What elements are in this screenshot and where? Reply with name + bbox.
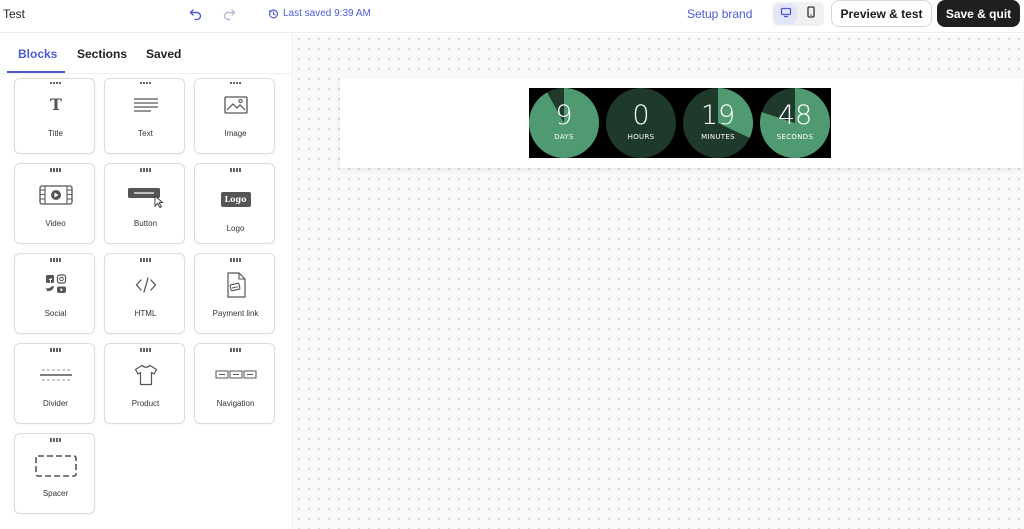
drag-handle-icon[interactable] <box>50 258 61 262</box>
block-label: Logo <box>226 224 245 233</box>
drag-handle-icon[interactable] <box>230 348 241 352</box>
drag-handle-icon[interactable] <box>50 438 61 442</box>
desktop-view-button[interactable] <box>774 4 797 24</box>
drag-handle-icon[interactable] <box>140 82 151 86</box>
logo-icon-text: Logo <box>220 192 251 207</box>
svg-text:T: T <box>50 96 62 112</box>
drag-handle-icon[interactable] <box>230 82 241 86</box>
drag-handle-icon[interactable] <box>50 168 61 172</box>
last-saved-text: Last saved 9:39 AM <box>283 8 371 19</box>
drag-handle-icon[interactable] <box>50 348 61 352</box>
block-divider[interactable]: Divider <box>14 343 95 424</box>
countdown-hours: 0 HOURS <box>606 88 676 158</box>
countdown-value: 9 <box>555 100 573 131</box>
block-spacer[interactable]: Spacer <box>14 433 95 514</box>
save-quit-button[interactable]: Save & quit <box>937 0 1020 27</box>
block-label: Image <box>224 129 247 138</box>
history-icon <box>268 8 279 19</box>
block-text[interactable]: Text <box>104 78 185 154</box>
tab-saved[interactable]: Saved <box>146 47 181 61</box>
countdown-timer[interactable]: 9 DAYS 0 HOURS 19 MINUTES 48 SECONDS <box>529 88 831 158</box>
countdown-label: HOURS <box>627 133 655 141</box>
block-label: Text <box>138 129 153 138</box>
html-icon <box>105 277 186 293</box>
email-content-section[interactable]: 9 DAYS 0 HOURS 19 MINUTES 48 SECONDS <box>340 78 1023 168</box>
block-label: Button <box>133 219 158 228</box>
social-icon <box>15 274 96 296</box>
logo-icon: Logo <box>195 192 276 207</box>
drag-handle-icon[interactable] <box>50 82 61 86</box>
mobile-icon <box>806 5 816 23</box>
block-label: Product <box>131 399 160 408</box>
block-label: Social <box>44 309 67 318</box>
countdown-days: 9 DAYS <box>529 88 599 158</box>
countdown-label: MINUTES <box>701 133 735 141</box>
redo-icon[interactable] <box>222 7 236 21</box>
block-label: Navigation <box>216 399 255 408</box>
payment-link-icon <box>195 272 276 298</box>
block-label: Payment link <box>212 309 259 318</box>
block-html[interactable]: HTML <box>104 253 185 334</box>
device-toggle <box>772 2 824 26</box>
countdown-label: SECONDS <box>776 133 814 141</box>
preview-test-button[interactable]: Preview & test <box>831 0 932 27</box>
block-image[interactable]: Image <box>194 78 275 154</box>
blocks-sidebar: Blocks Sections Saved T Title Text Image… <box>0 34 293 529</box>
drag-handle-icon[interactable] <box>140 348 151 352</box>
block-logo[interactable]: Logo Logo <box>194 163 275 244</box>
divider-icon <box>15 368 96 382</box>
block-title[interactable]: T Title <box>14 78 95 154</box>
email-canvas: 9 DAYS 0 HOURS 19 MINUTES 48 SECONDS <box>294 34 1024 529</box>
button-icon <box>105 186 186 208</box>
block-label: Title <box>48 129 63 138</box>
drag-handle-icon[interactable] <box>230 258 241 262</box>
setup-brand-link[interactable]: Setup brand <box>687 7 752 21</box>
countdown-seconds: 48 SECONDS <box>760 88 830 158</box>
top-bar: Test Last saved 9:39 AM Setup brand Prev… <box>0 0 1024 33</box>
block-label: Divider <box>43 399 68 408</box>
image-icon <box>195 96 276 114</box>
active-tab-indicator <box>7 71 65 73</box>
countdown-value: 0 <box>632 100 650 131</box>
navigation-icon <box>195 370 276 380</box>
drag-handle-icon[interactable] <box>230 168 241 172</box>
block-payment-link[interactable]: Payment link <box>194 253 275 334</box>
countdown-minutes: 19 MINUTES <box>683 88 753 158</box>
mobile-view-button[interactable] <box>799 4 822 24</box>
block-video[interactable]: Video <box>14 163 95 244</box>
block-label: Spacer <box>42 489 69 498</box>
title-icon: T <box>15 96 96 112</box>
block-label: Video <box>45 219 66 228</box>
tab-blocks[interactable]: Blocks <box>18 47 57 61</box>
countdown-label: DAYS <box>554 133 574 141</box>
block-label: HTML <box>134 309 157 318</box>
product-icon <box>105 364 186 386</box>
text-icon <box>105 97 186 113</box>
block-social[interactable]: Social <box>14 253 95 334</box>
block-product[interactable]: Product <box>104 343 185 424</box>
undo-icon[interactable] <box>189 7 203 21</box>
block-button[interactable]: Button <box>104 163 185 244</box>
tab-sections[interactable]: Sections <box>77 47 127 61</box>
drag-handle-icon[interactable] <box>140 258 151 262</box>
countdown-value: 19 <box>700 100 736 131</box>
block-navigation[interactable]: Navigation <box>194 343 275 424</box>
document-title[interactable]: Test <box>3 7 25 21</box>
last-saved-status: Last saved 9:39 AM <box>268 8 371 19</box>
sidebar-tabs: Blocks Sections Saved <box>0 34 292 74</box>
spacer-icon <box>15 454 96 478</box>
countdown-value: 48 <box>777 100 813 131</box>
desktop-icon <box>780 5 792 23</box>
video-icon <box>15 185 96 205</box>
drag-handle-icon[interactable] <box>140 168 151 172</box>
